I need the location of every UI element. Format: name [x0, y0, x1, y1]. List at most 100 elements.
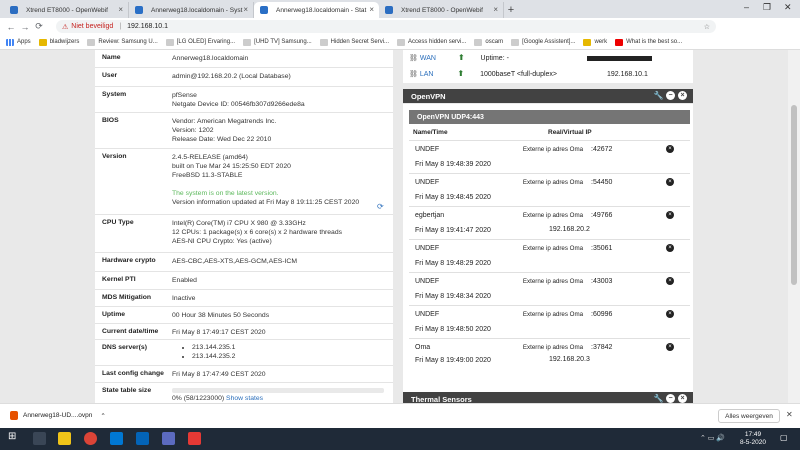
forward-icon[interactable]: →: [18, 22, 32, 32]
download-item[interactable]: Annerweg18-UD....ovpn ⌃: [10, 411, 106, 420]
bookmark-link[interactable]: Access hidden servi...: [397, 38, 466, 46]
client-row: UNDEF Fri May 8 19:48:45 2020 Externe ip a…: [409, 173, 690, 206]
interface-row: ⛓ WAN ⬆ Uptime: -: [409, 53, 652, 62]
youtube-icon: [615, 38, 624, 46]
client-row: Oma Fri May 8 19:49:00 2020 Externe ip adr…: [409, 338, 690, 371]
pfsense-icon: [260, 6, 268, 14]
kill-connection-icon[interactable]: ×: [666, 310, 674, 318]
bookmark-link[interactable]: Hidden Secret Servi...: [319, 38, 389, 46]
windows-start-icon[interactable]: ⊞: [8, 431, 21, 444]
security-label: Niet beveiligd: [71, 23, 114, 30]
bookmark-link[interactable]: oscam: [474, 38, 503, 46]
client-row: egbertjan Fri May 8 19:41:47 2020 Externe …: [409, 206, 690, 239]
bookmark-folder[interactable]: werk: [583, 38, 607, 46]
kill-connection-icon[interactable]: ×: [666, 145, 674, 153]
openvpn-widget: OpenVPN UDP4:443 Name/Time Real/Virtual …: [403, 104, 693, 396]
app-icon[interactable]: [188, 432, 201, 445]
warning-icon: ⚠: [62, 23, 69, 31]
system-information-panel: Name Annerweg18.localdomain User admin@192…: [95, 50, 393, 403]
tab-title: Annerweg18.localdomain - Stat: [276, 6, 367, 14]
reload-icon[interactable]: ⟳: [32, 21, 46, 32]
close-icon[interactable]: ×: [118, 5, 123, 14]
bookmark-link[interactable]: [LG OLED] Ervaring...: [165, 38, 235, 46]
page-icon: [87, 38, 96, 46]
close-icon[interactable]: ×: [493, 5, 498, 14]
folder-icon: [583, 38, 592, 46]
download-bar: Annerweg18-UD....ovpn ⌃ Alles weergeven ✕: [0, 403, 800, 428]
bookmark-link[interactable]: [Google Assistent]...: [511, 38, 575, 46]
page-icon: [474, 38, 483, 46]
tab-title: Xtrend ET8000 - OpenWebif: [401, 6, 483, 14]
server-header: OpenVPN UDP4:443: [409, 110, 690, 124]
client-row: UNDEF Fri May 8 19:48:50 2020 Externe ip a…: [409, 305, 690, 338]
up-arrow-icon: ⬆: [457, 69, 465, 78]
browser-tab[interactable]: Xtrend ET8000 - OpenWebif ×: [379, 2, 504, 18]
wrench-icon[interactable]: 🔧: [654, 91, 664, 100]
close-icon[interactable]: ×: [678, 91, 687, 100]
bookmark-apps[interactable]: Apps: [6, 38, 31, 46]
info-row: Current date/time Fri May 8 17:49:17 CEST…: [95, 324, 393, 340]
browser-tab[interactable]: Annerweg18.localdomain - Syst ×: [129, 2, 254, 18]
kill-connection-icon[interactable]: ×: [666, 277, 674, 285]
show-all-downloads-button[interactable]: Alles weergeven: [718, 409, 780, 423]
bookmark-folder[interactable]: bladwijzers: [38, 38, 79, 46]
store-icon[interactable]: [162, 432, 175, 445]
chevron-up-icon[interactable]: ⌃: [100, 412, 105, 420]
network-icon: ⛓: [409, 71, 418, 78]
bookmark-link[interactable]: Review: Samsung U...: [87, 38, 158, 46]
kill-connection-icon[interactable]: ×: [666, 343, 674, 351]
search-icon[interactable]: [33, 432, 46, 445]
info-row: MDS Mitigation Inactive: [95, 290, 393, 307]
window-close-icon[interactable]: ✕: [784, 2, 792, 13]
kill-connection-icon[interactable]: ×: [666, 178, 674, 186]
page-icon: [243, 38, 252, 46]
notifications-icon[interactable]: ▢: [780, 433, 788, 442]
kill-connection-icon[interactable]: ×: [666, 211, 674, 219]
address-bar[interactable]: ⚠ Niet beveiligd | 192.168.10.1 ☆: [56, 20, 716, 33]
folder-icon: [38, 38, 47, 46]
chrome-icon[interactable]: [84, 432, 97, 445]
info-row: System pfSense Netgate Device ID: 00546fb3…: [95, 87, 393, 113]
refresh-icon[interactable]: ⟳: [377, 202, 384, 211]
bookmark-link[interactable]: [UHD TV] Samsung...: [243, 38, 312, 46]
info-row: Name Annerweg18.localdomain: [95, 50, 393, 68]
info-row: State table size 0% (58/1223000) Show sta…: [95, 383, 393, 403]
new-tab-button[interactable]: +: [504, 2, 518, 18]
taskbar: ⊞ ⌃ ▭ 🔊 17:49 8-5-2020 ▢: [0, 428, 800, 450]
scrollbar-thumb[interactable]: [791, 105, 797, 285]
minus-icon[interactable]: −: [666, 394, 675, 403]
wrench-icon[interactable]: 🔧: [654, 394, 664, 403]
up-arrow-icon: ⬆: [457, 53, 465, 62]
info-row: BIOS Vendor: American Megatrends Inc. Vers…: [95, 113, 393, 149]
column-header: Name/Time: [413, 129, 448, 136]
system-tray[interactable]: ⌃ ▭ 🔊: [700, 434, 725, 442]
back-icon[interactable]: ←: [4, 22, 18, 32]
dns-server: 213.144.235.1: [192, 343, 235, 352]
minus-icon[interactable]: −: [666, 91, 675, 100]
interface-name[interactable]: LAN: [420, 71, 434, 78]
maximize-icon[interactable]: ❐: [763, 2, 771, 13]
bookmark-link[interactable]: What is the best so...: [615, 38, 682, 46]
outlook-icon[interactable]: [136, 432, 149, 445]
right-widgets: ⛓ WAN ⬆ Uptime: - ⛓ LAN ⬆ 1000baseT <ful…: [403, 50, 693, 403]
clock[interactable]: 17:49 8-5-2020: [740, 431, 766, 447]
info-row: User admin@192.168.20.2 (Local Database): [95, 68, 393, 87]
kill-connection-icon[interactable]: ×: [666, 244, 674, 252]
interface-name[interactable]: WAN: [420, 55, 436, 62]
file-explorer-icon[interactable]: [58, 432, 71, 445]
page-icon: [397, 38, 406, 46]
network-icon: ⛓: [409, 55, 418, 62]
redacted-block: [586, 55, 652, 61]
minimize-icon[interactable]: –: [744, 2, 749, 12]
browser-tab-active[interactable]: Annerweg18.localdomain - Stat ×: [254, 2, 379, 18]
page-content: Name Annerweg18.localdomain User admin@192…: [0, 50, 800, 403]
tab-title: Annerweg18.localdomain - Syst: [151, 6, 243, 14]
close-icon[interactable]: ✕: [786, 410, 793, 419]
close-icon[interactable]: ×: [369, 5, 374, 14]
edge-icon[interactable]: [110, 432, 123, 445]
star-icon[interactable]: ☆: [704, 23, 710, 31]
browser-tab[interactable]: Xtrend ET8000 - OpenWebif ×: [4, 2, 129, 18]
show-states-link[interactable]: Show states: [226, 395, 263, 402]
close-icon[interactable]: ×: [678, 394, 687, 403]
close-icon[interactable]: ×: [243, 5, 248, 14]
